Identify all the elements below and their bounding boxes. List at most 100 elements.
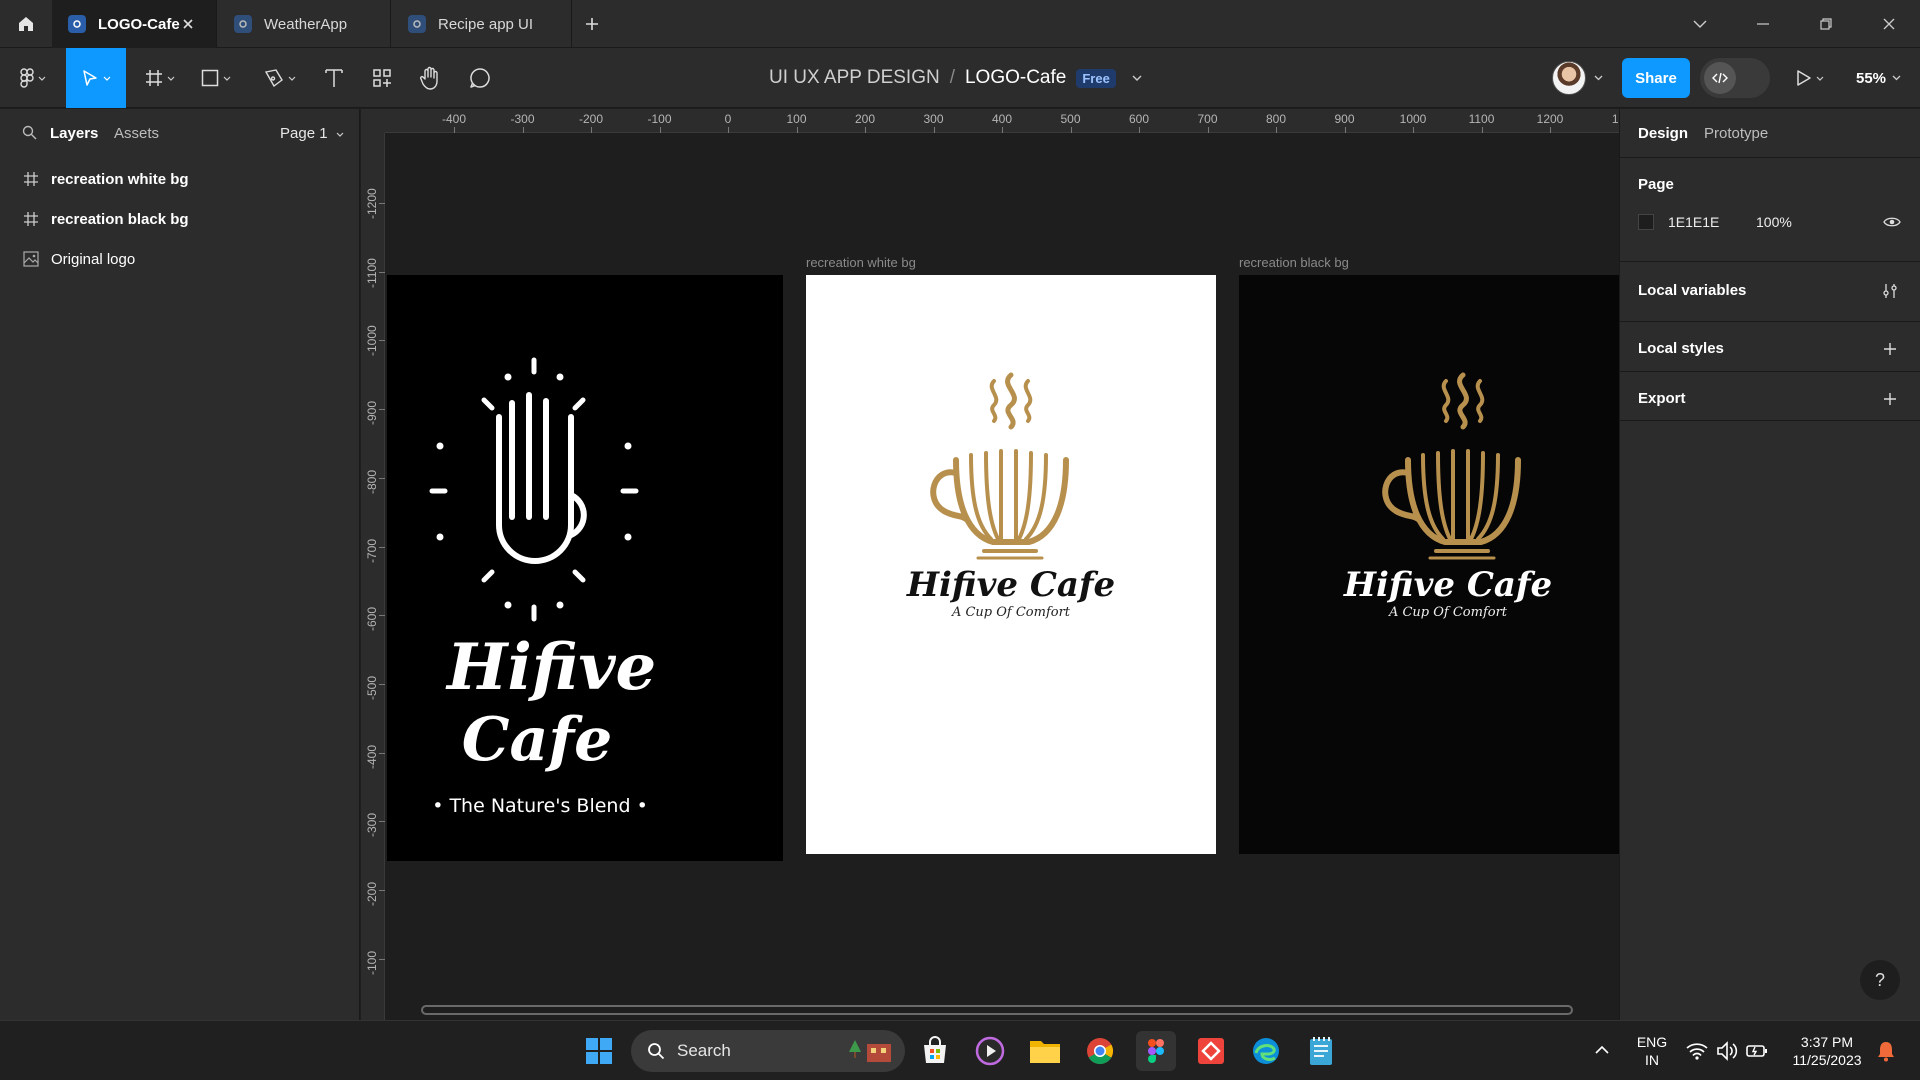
edge-button[interactable] [1246, 1031, 1286, 1071]
tab-assets[interactable]: Assets [114, 125, 159, 142]
frame-tool-button[interactable] [136, 48, 184, 108]
image-icon [22, 250, 40, 268]
ruler-label: 1000 [1399, 112, 1427, 126]
media-player-icon [975, 1036, 1005, 1066]
original-logo-tagline: • The Nature's Blend • [432, 795, 648, 817]
layer-item[interactable]: recreation white bg [0, 159, 360, 199]
frame-label[interactable]: recreation white bg [806, 255, 916, 270]
main-menu-button[interactable] [10, 48, 56, 108]
sliders-icon[interactable] [1881, 282, 1899, 300]
ruler-tick [1481, 127, 1483, 133]
wifi-icon[interactable] [1686, 1042, 1708, 1060]
anydesk-button[interactable] [1191, 1031, 1231, 1071]
chevron-down-icon[interactable] [1594, 75, 1603, 81]
comment-tool-button[interactable] [460, 48, 500, 108]
microsoft-store-button[interactable] [915, 1031, 955, 1071]
ruler-tick [1207, 127, 1209, 133]
pen-tool-button[interactable] [256, 48, 304, 108]
tab-logo-cafe[interactable]: LOGO-Cafe [52, 0, 217, 48]
taskbar-search[interactable]: Search [631, 1030, 905, 1072]
share-button[interactable]: Share [1622, 58, 1690, 98]
chevron-down-icon [38, 76, 46, 81]
file-name[interactable]: LOGO-Cafe [965, 67, 1066, 89]
frame-label[interactable]: recreation black bg [1239, 255, 1349, 270]
page-color-value[interactable]: 1E1E1E [1668, 214, 1719, 230]
tab-label: LOGO-Cafe [98, 15, 180, 33]
volume-icon[interactable] [1716, 1041, 1738, 1061]
media-player-button[interactable] [970, 1031, 1010, 1071]
dev-mode-toggle[interactable] [1700, 58, 1770, 98]
minimize-button[interactable] [1733, 0, 1793, 48]
canvas[interactable]: -400 -300 -200 -100 0 100 200 300 400 500 600 700 80… [361, 109, 1619, 1020]
tabs-dropdown-button[interactable] [1670, 0, 1730, 48]
help-button[interactable]: ? [1860, 960, 1900, 1000]
ruler-label: 1100 [1468, 112, 1495, 126]
ruler-label: -1000 [365, 325, 379, 357]
notepad-button[interactable] [1301, 1031, 1341, 1071]
export-section[interactable]: Export [1620, 371, 1920, 421]
rectangle-icon [201, 69, 219, 87]
avatar[interactable] [1552, 61, 1586, 95]
close-icon[interactable] [178, 14, 198, 34]
present-button[interactable] [1788, 48, 1832, 108]
frame-recreation-white-bg[interactable]: Hifive Cafe A Cup Of Comfort [806, 275, 1216, 854]
code-icon [1704, 62, 1736, 94]
notification-bell-icon[interactable] [1876, 1040, 1896, 1062]
start-button[interactable] [579, 1031, 619, 1071]
text-tool-button[interactable] [314, 48, 354, 108]
eye-icon[interactable] [1883, 216, 1901, 228]
language-indicator[interactable]: ENG IN [1632, 1033, 1672, 1069]
tab-weatherapp[interactable]: WeatherApp [218, 0, 391, 48]
figma-button[interactable] [1136, 1031, 1176, 1071]
search-icon[interactable] [22, 125, 37, 140]
original-logo-image[interactable]: Hifive Cafe • The Nature's Blend • [387, 275, 783, 861]
ruler-tick [379, 615, 385, 617]
local-variables-section[interactable]: Local variables [1620, 261, 1920, 321]
frame-recreation-black-bg[interactable]: Hifive Cafe A Cup Of Comfort [1239, 275, 1619, 854]
file-explorer-button[interactable] [1025, 1031, 1065, 1071]
plus-icon[interactable] [1881, 390, 1899, 408]
chevron-down-icon[interactable] [1132, 75, 1142, 81]
chevron-up-icon[interactable] [1595, 1045, 1609, 1054]
ruler-tick [1344, 127, 1346, 133]
tab-layers[interactable]: Layers [50, 125, 98, 142]
ruler-tick [796, 127, 798, 133]
tab-design[interactable]: Design [1638, 125, 1688, 142]
home-button[interactable] [0, 0, 52, 48]
windows-icon [586, 1038, 612, 1064]
new-tab-button[interactable] [580, 12, 604, 36]
page-opacity-value[interactable]: 100% [1756, 214, 1792, 230]
recreated-logo-tagline: A Cup Of Comfort [951, 605, 1071, 620]
ruler-tick [379, 821, 385, 823]
tab-prototype[interactable]: Prototype [1704, 125, 1768, 142]
ruler-label: -1200 [365, 188, 379, 219]
restore-button[interactable] [1796, 0, 1856, 48]
ruler-tick [379, 203, 385, 204]
local-styles-section[interactable]: Local styles [1620, 321, 1920, 371]
page-section: Page 1E1E1E 100% [1620, 157, 1920, 261]
components-tool-button[interactable] [362, 48, 402, 108]
layer-item[interactable]: Original logo [0, 239, 360, 279]
play-icon [1797, 70, 1811, 86]
project-name[interactable]: UI UX APP DESIGN [769, 67, 940, 89]
tab-recipe-app-ui[interactable]: Recipe app UI [392, 0, 572, 48]
battery-icon[interactable] [1746, 1042, 1768, 1060]
clock[interactable]: 3:37 PM 11/25/2023 [1782, 1033, 1872, 1069]
ruler-tick [1550, 127, 1551, 133]
zoom-menu[interactable]: 55% [1856, 48, 1901, 108]
ruler-label: -700 [365, 538, 379, 563]
ruler-label: 0 [724, 112, 732, 126]
plus-icon[interactable] [1881, 340, 1899, 358]
close-window-button[interactable] [1859, 0, 1919, 48]
layer-item[interactable]: recreation black bg [0, 199, 360, 239]
chevron-down-icon [1816, 76, 1824, 81]
move-tool-button[interactable] [66, 48, 126, 108]
ruler-label: 200 [854, 112, 876, 126]
hand-tool-button[interactable] [410, 48, 450, 108]
page-color-swatch[interactable] [1638, 214, 1654, 230]
figma-file-icon [234, 15, 252, 33]
chrome-button[interactable] [1080, 1031, 1120, 1071]
page-selector[interactable]: Page 1 [280, 125, 344, 142]
horizontal-scrollbar[interactable] [421, 1005, 1573, 1015]
shape-tool-button[interactable] [192, 48, 240, 108]
